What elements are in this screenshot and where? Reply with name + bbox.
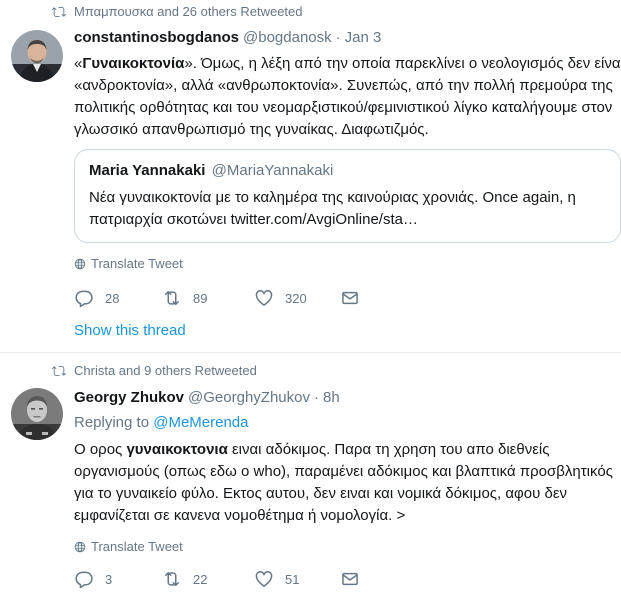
tweet-actions: 28 89 320 <box>74 288 371 308</box>
like-button[interactable]: 320 <box>254 288 340 308</box>
author-handle[interactable]: @bogdanosk <box>243 29 332 46</box>
author-name[interactable]: Georgy Zhukov <box>74 389 184 406</box>
text-line: πολιτικής ορθότητας και του νεομαρξιστικ… <box>74 99 613 116</box>
reply-button[interactable]: 28 <box>74 288 162 308</box>
envelope-icon <box>342 572 358 586</box>
tweet-text: «Γυναικοκτονία». Όμως, η λέξη από την οπ… <box>74 53 621 141</box>
quoted-tweet[interactable]: Maria Yannakaki @MariaYannakaki Νέα γυνα… <box>74 149 621 243</box>
text-line: για το γυναικείο φύλο. Εκτος αυτου, δεν … <box>74 485 568 502</box>
tweet-actions: 3 22 51 <box>74 569 371 589</box>
globe-icon <box>74 258 86 269</box>
text-line: «ανδροκτονία», αλλά «ανθρωποκτονία». Συν… <box>74 77 613 94</box>
retweet-count: 89 <box>193 290 208 306</box>
retweet-context: Μπαμπουσκα and 26 others Retweeted <box>52 4 303 19</box>
retweet-context-text[interactable]: Μπαμπουσκα and 26 others Retweeted <box>74 4 303 19</box>
separator-dot: · <box>335 29 341 46</box>
envelope-icon <box>342 291 358 305</box>
retweet-context: Christa and 9 others Retweeted <box>52 363 257 378</box>
text-line: Νέα γυναικοκτονία με το καλημέρα της και… <box>89 189 576 206</box>
text-fragment: Ο ορος <box>74 441 127 458</box>
text-line: εμφανίζεται σε κανενα νομοθέτημα ή νομολ… <box>74 507 406 524</box>
globe-icon <box>74 541 86 552</box>
text-line: οργανισμούς (οπως εδω ο who), παραμένει … <box>74 463 613 480</box>
text-line: πατριαρχία σκοτώνει twitter.com/AvgiOnli… <box>89 211 418 228</box>
heart-icon <box>255 290 273 306</box>
translate-tweet-link[interactable]: Translate Tweet <box>74 539 183 554</box>
retweet-icon <box>52 6 66 17</box>
bold-text: γυναικοκτονια <box>126 441 228 458</box>
reply-icon <box>75 290 93 308</box>
translate-tweet-link[interactable]: Translate Tweet <box>74 256 183 271</box>
retweet-icon <box>165 291 179 305</box>
quoted-tweet-text: Νέα γυναικοκτονία με το καλημέρα της και… <box>89 187 576 231</box>
translate-label: Translate Tweet <box>91 256 183 271</box>
text-fragment: ». Όμως, η λέξη από την οποία παρεκλίνει… <box>184 55 621 72</box>
retweet-context-text[interactable]: Christa and 9 others Retweeted <box>74 363 257 378</box>
direct-message-button[interactable] <box>340 288 371 308</box>
retweet-icon <box>165 572 179 586</box>
author-name[interactable]: constantinosbogdanos <box>74 29 239 46</box>
tweet-text: Ο ορος γυναικοκτονια ειναι αδόκιμος. Παρ… <box>74 439 619 527</box>
like-count: 320 <box>285 290 307 306</box>
replying-label: Replying to <box>74 414 150 431</box>
quoted-tweet-header: Maria Yannakaki @MariaYannakaki <box>89 162 333 179</box>
direct-message-button[interactable] <box>340 569 371 589</box>
bold-text: Γυναικοκτονία <box>82 55 185 72</box>
translate-label: Translate Tweet <box>91 539 183 554</box>
reply-count: 28 <box>105 290 120 306</box>
text-line: γλωσσικό απανθρωπισμό της γυναίκας. Διαφ… <box>74 121 429 138</box>
timeline-feed: Μπαμπουσκα and 26 others Retweeted const… <box>0 0 621 593</box>
mention-link[interactable]: @MeMerenda <box>153 414 248 431</box>
replying-to: Replying to @MeMerenda <box>74 414 249 431</box>
quoted-author-handle: @MariaYannakaki <box>211 162 334 179</box>
like-count: 51 <box>285 571 300 587</box>
tweet-timestamp[interactable]: 8h <box>323 389 340 406</box>
avatar[interactable] <box>11 388 63 440</box>
retweet-button[interactable]: 22 <box>162 569 254 589</box>
tweet-header: Georgy Zhukov @GeorghyZhukov · 8h <box>74 389 340 406</box>
retweet-count: 22 <box>193 571 208 587</box>
reply-button[interactable]: 3 <box>74 569 162 589</box>
tweet[interactable]: Christa and 9 others Retweeted Georgy Zh… <box>0 354 621 593</box>
separator-dot: · <box>313 389 319 406</box>
retweet-icon <box>52 365 66 376</box>
tweet-header: constantinosbogdanos @bogdanosk · Jan 3 <box>74 29 381 46</box>
quoted-author-name: Maria Yannakaki <box>89 162 206 179</box>
like-button[interactable]: 51 <box>254 569 340 589</box>
author-handle[interactable]: @GeorghyZhukov <box>188 389 310 406</box>
tweet[interactable]: Μπαμπουσκα and 26 others Retweeted const… <box>0 0 621 353</box>
retweet-button[interactable]: 89 <box>162 288 254 308</box>
reply-icon <box>75 571 93 589</box>
reply-count: 3 <box>105 571 113 587</box>
tweet-timestamp[interactable]: Jan 3 <box>345 29 382 46</box>
show-thread-link[interactable]: Show this thread <box>74 322 186 339</box>
text-fragment: ειναι αδόκιμος. Παρα τη χρηση του απο δι… <box>227 441 550 458</box>
avatar[interactable] <box>11 30 63 82</box>
heart-icon <box>255 571 273 587</box>
